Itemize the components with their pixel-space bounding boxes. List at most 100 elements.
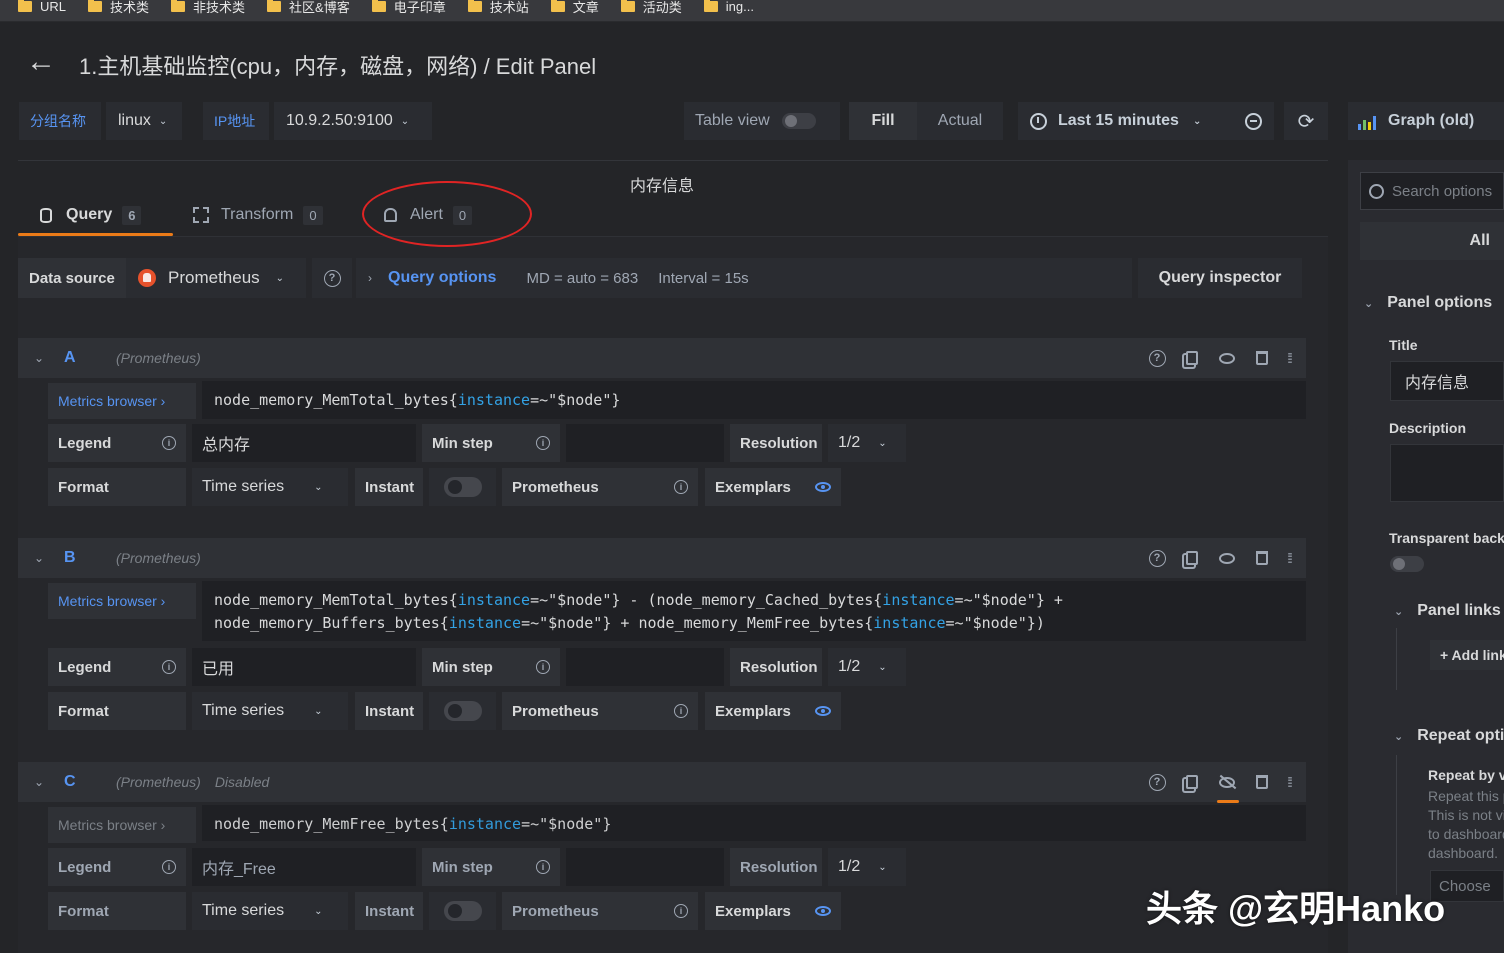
legend-input[interactable]: 内存_Free xyxy=(192,848,416,886)
description-textarea[interactable] xyxy=(1390,444,1504,502)
tab-transform-count: 0 xyxy=(303,205,323,225)
refresh-icon[interactable]: ⟳ xyxy=(1284,102,1328,140)
eye-icon[interactable] xyxy=(1217,348,1237,368)
help-icon[interactable]: ? xyxy=(312,258,352,298)
promql-query-input[interactable]: node_memory_MemTotal_bytes{instance=~"$n… xyxy=(202,381,1306,419)
bookmarks-bar: URL 技术类 非技术类 社区&博客 电子印章 技术站 文章 活动类 ing... xyxy=(0,0,1504,22)
help-icon[interactable]: ? xyxy=(1147,348,1167,368)
metrics-browser-button[interactable]: Metrics browser › xyxy=(48,807,196,843)
query-actions: ? ⁞⁞ xyxy=(1132,538,1294,578)
bookmark-item[interactable]: 非技术类 xyxy=(171,0,245,16)
resolution-select[interactable]: 1/2 ⌄ xyxy=(828,848,906,886)
drag-handle-icon[interactable]: ⁞⁞ xyxy=(1284,348,1294,368)
bookmark-item[interactable]: URL xyxy=(18,0,66,14)
exemplars-toggle[interactable]: Exemplars xyxy=(705,692,841,730)
promql-query-input[interactable]: node_memory_MemFree_bytes{instance=~"$no… xyxy=(202,805,1306,841)
eye-icon[interactable] xyxy=(1217,548,1237,568)
eye-icon[interactable] xyxy=(815,906,831,916)
add-link-button[interactable]: + Add link xyxy=(1430,640,1504,670)
min-step-input[interactable] xyxy=(566,424,724,462)
tab-query[interactable]: Query 6 xyxy=(40,197,142,233)
query-row-header[interactable]: ⌄ A (Prometheus) ? ⁞⁞ xyxy=(18,338,1306,378)
variable-select-group[interactable]: linux ⌄ xyxy=(106,102,182,140)
search-options-input[interactable]: Search options xyxy=(1360,172,1504,210)
bookmark-item[interactable]: 社区&博客 xyxy=(267,0,350,16)
chevron-down-icon[interactable]: ⌄ xyxy=(34,351,54,365)
instant-toggle[interactable] xyxy=(429,692,496,730)
transparent-background-switch[interactable] xyxy=(1390,556,1424,572)
format-value: Time series xyxy=(202,478,285,495)
duplicate-icon[interactable] xyxy=(1182,348,1202,368)
metrics-browser-button[interactable]: Metrics browser › xyxy=(48,583,196,619)
visualization-picker[interactable]: Graph (old) xyxy=(1348,102,1504,140)
all-options-button[interactable]: All xyxy=(1360,222,1504,260)
duplicate-icon[interactable] xyxy=(1182,548,1202,568)
promql-query-input[interactable]: node_memory_MemTotal_bytes{instance=~"$n… xyxy=(202,581,1306,641)
zoom-out-icon[interactable] xyxy=(1232,102,1274,140)
min-step-input[interactable] xyxy=(566,848,724,886)
instant-toggle[interactable] xyxy=(429,468,496,506)
metrics-browser-button[interactable]: Metrics browser › xyxy=(48,383,196,419)
interval-value: Interval = 15s xyxy=(658,269,749,287)
query-ref-id[interactable]: A xyxy=(64,349,116,367)
actual-button[interactable]: Actual xyxy=(917,102,1003,140)
help-icon[interactable]: ? xyxy=(1147,548,1167,568)
help-icon[interactable]: ? xyxy=(1147,772,1167,792)
table-view-toggle[interactable]: Table view xyxy=(684,102,840,140)
bookmark-item[interactable]: 技术站 xyxy=(467,0,529,16)
bookmark-item[interactable]: 电子印章 xyxy=(371,0,446,16)
exemplars-toggle[interactable]: Exemplars xyxy=(705,468,841,506)
format-select[interactable]: Time series ⌄ xyxy=(192,892,348,930)
eye-icon[interactable] xyxy=(815,482,831,492)
legend-input[interactable]: 总内存 xyxy=(192,424,416,462)
instant-switch[interactable] xyxy=(443,701,482,721)
query-options-link[interactable]: Query options xyxy=(388,269,496,287)
resolution-select[interactable]: 1/2 ⌄ xyxy=(828,648,906,686)
query-row-header[interactable]: ⌄ C (Prometheus) Disabled ? ⁞⁞ xyxy=(18,762,1306,803)
drag-handle-icon[interactable]: ⁞⁞ xyxy=(1284,772,1294,792)
resolution-select[interactable]: 1/2 ⌄ xyxy=(828,424,906,462)
format-select[interactable]: Time series ⌄ xyxy=(192,468,348,506)
eye-icon[interactable] xyxy=(815,706,831,716)
tab-transform[interactable]: Transform 0 xyxy=(193,197,323,233)
min-step-input[interactable] xyxy=(566,648,724,686)
bookmark-item[interactable]: 文章 xyxy=(550,0,599,16)
query-inspector-button[interactable]: Query inspector xyxy=(1138,258,1302,298)
fill-button[interactable]: Fill xyxy=(849,102,917,140)
query-ref-id[interactable]: B xyxy=(64,549,116,567)
chevron-right-icon: › xyxy=(368,271,372,285)
exemplars-toggle[interactable]: Exemplars xyxy=(705,892,841,930)
eye-slash-icon[interactable] xyxy=(1217,772,1239,803)
panel-options-section[interactable]: ⌄ Panel options xyxy=(1364,294,1492,312)
instant-switch[interactable] xyxy=(443,477,482,497)
min-step-label-text: Min step xyxy=(432,658,493,676)
query-row-header[interactable]: ⌄ B (Prometheus) ? ⁞⁞ xyxy=(18,538,1306,578)
instant-toggle[interactable] xyxy=(429,892,496,930)
query-ref-id[interactable]: C xyxy=(64,773,116,791)
panel-links-section[interactable]: ⌄ Panel links xyxy=(1394,602,1504,620)
duplicate-icon[interactable] xyxy=(1182,772,1202,792)
chevron-down-icon[interactable]: ⌄ xyxy=(34,551,54,565)
legend-input[interactable]: 已用 xyxy=(192,648,416,686)
chevron-down-icon: ⌄ xyxy=(314,705,323,717)
trash-icon[interactable] xyxy=(1252,548,1272,568)
back-arrow-icon[interactable]: ← xyxy=(26,46,56,78)
repeat-options-section[interactable]: ⌄ Repeat options xyxy=(1394,727,1504,745)
title-input[interactable]: 内存信息 xyxy=(1390,361,1504,401)
table-view-switch[interactable] xyxy=(781,113,816,129)
bookmark-item[interactable]: 活动类 xyxy=(620,0,682,16)
variable-select-ip[interactable]: 10.9.2.50:9100 ⌄ xyxy=(274,102,432,140)
data-source-picker[interactable]: Prometheus ⌄ xyxy=(126,258,306,298)
query-options-bar[interactable]: › Query options MD = auto = 683 Interval… xyxy=(356,258,1132,298)
trash-icon[interactable] xyxy=(1252,772,1272,792)
instant-switch[interactable] xyxy=(443,901,482,921)
chevron-down-icon[interactable]: ⌄ xyxy=(34,775,54,789)
trash-icon[interactable] xyxy=(1252,348,1272,368)
format-select[interactable]: Time series ⌄ xyxy=(192,692,348,730)
legend-label: Legend i xyxy=(48,424,186,462)
drag-handle-icon[interactable]: ⁞⁞ xyxy=(1284,548,1294,568)
time-range-picker[interactable]: Last 15 minutes ⌄ xyxy=(1018,102,1232,140)
bookmark-item[interactable]: ing... xyxy=(703,0,754,14)
info-icon: i xyxy=(162,660,176,674)
bookmark-item[interactable]: 技术类 xyxy=(88,0,149,16)
